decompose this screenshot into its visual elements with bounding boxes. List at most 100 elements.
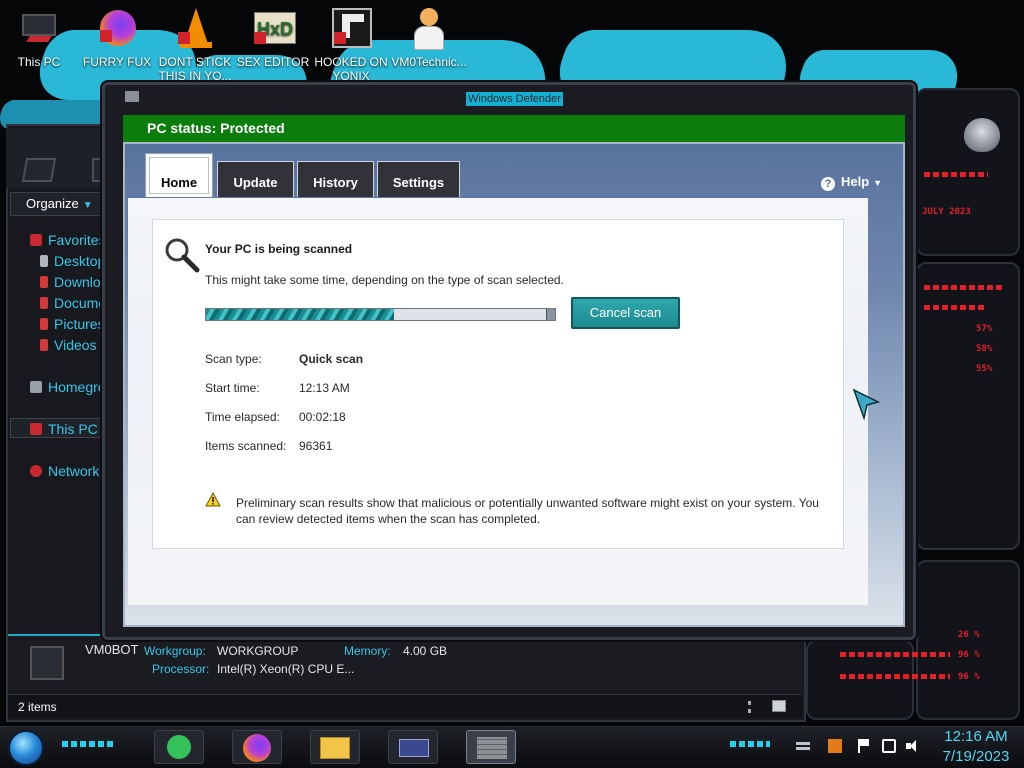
pc-status-bar: PC status: Protected <box>123 115 905 142</box>
tab-update[interactable]: Update <box>217 161 294 197</box>
taskbar-control-panel[interactable] <box>388 730 438 764</box>
cancel-scan-button[interactable]: Cancel scan <box>571 297 680 329</box>
nav-item-desktop[interactable]: Desktop <box>40 253 105 269</box>
desktop-icon-sex-editor[interactable]: HxD SEX EDITOR <box>234 6 312 69</box>
nav-item-favorites[interactable]: Favorites <box>30 232 106 248</box>
nav-item-network[interactable]: Network <box>30 463 99 479</box>
desktop-icon-label: DONT STICK THIS IN YO... <box>158 55 232 83</box>
star-icon <box>30 234 42 246</box>
scan-panel: Your PC is being scanned This might take… <box>152 219 844 549</box>
scan-title: Your PC is being scanned <box>205 242 353 256</box>
scan-type-label: Scan type: <box>205 352 262 366</box>
clock-date: 7/19/2023 <box>942 748 1010 765</box>
start-button[interactable] <box>8 730 44 766</box>
desktop-icon-this-pc[interactable]: This PC <box>0 6 78 69</box>
pictures-icon <box>40 318 48 330</box>
desktop-icon-dont-stick[interactable]: DONT STICK THIS IN YO... <box>156 6 234 83</box>
organize-button[interactable]: Organize ▼ <box>10 192 106 216</box>
taskbar-clock[interactable]: 12:16 AM 7/19/2023 <box>934 727 1018 767</box>
tab-label: Home <box>160 175 198 190</box>
title-bar[interactable]: Windows Defender <box>105 85 913 113</box>
videos-icon <box>40 339 48 351</box>
taskbar-notes-app[interactable] <box>154 730 204 764</box>
tab-home[interactable]: Home <box>145 153 213 197</box>
desktop-icon-label: This PC <box>17 55 61 69</box>
firewall-icon <box>477 737 507 759</box>
documents-icon <box>40 297 48 309</box>
mouse-cursor-icon <box>852 388 880 420</box>
scan-progress-end <box>546 309 555 320</box>
panel-stat-3: 55% <box>976 364 993 374</box>
taskbar-firefox[interactable] <box>232 730 282 764</box>
taskbar: 12:16 AM 7/19/2023 <box>0 726 1024 768</box>
notes-app-icon <box>167 735 191 759</box>
preliminary-results-warning: Preliminary scan results show that malic… <box>236 496 819 526</box>
tab-label: Settings <box>392 175 445 190</box>
computer-name: VM0BOT <box>85 642 139 657</box>
action-center-flag-icon[interactable] <box>857 739 871 753</box>
volume-icon[interactable] <box>906 739 920 753</box>
tab-history[interactable]: History <box>297 161 374 197</box>
panel-stat-4: 26 % <box>958 630 980 640</box>
panel-bar <box>924 172 988 177</box>
taskbar-decoration <box>62 741 116 747</box>
taskbar-firewall[interactable] <box>466 730 516 764</box>
show-hidden-icons-icon[interactable] <box>796 739 810 753</box>
nav-item-label: This PC <box>48 421 98 437</box>
help-button[interactable]: ? Help ▼ <box>821 174 882 191</box>
tab-label: History <box>313 175 358 190</box>
explorer-details-pane: VM0BOT Workgroup: WORKGROUP Memory: 4.00… <box>8 634 802 690</box>
clock-time: 12:16 AM <box>944 728 1008 745</box>
scan-progress-fill <box>206 309 395 320</box>
desktop-icon-vm0technic[interactable]: VM0Technic... <box>390 6 468 69</box>
defender-app-icon <box>125 91 139 102</box>
panel-bar <box>924 285 1004 290</box>
search-icon <box>165 238 200 273</box>
tab-settings[interactable]: Settings <box>377 161 460 197</box>
scan-type-value: Quick scan <box>299 352 364 366</box>
nav-item-label: Network <box>48 463 100 479</box>
monitor-icon <box>16 6 62 52</box>
item-count: 2 items <box>18 700 57 714</box>
nav-item-pictures[interactable]: Pictures <box>40 316 105 332</box>
large-icons-view-icon[interactable] <box>772 700 786 712</box>
panel-date-text: JULY 2023 <box>922 207 971 217</box>
desktop-icon <box>40 255 48 267</box>
java-update-icon[interactable] <box>828 739 842 753</box>
desktop-icon-label: SEX EDITOR <box>236 55 310 69</box>
details-view-icon[interactable] <box>748 701 758 713</box>
desktop-icon-hooked-on-yonix[interactable]: HOOKED ON YONIX <box>312 6 390 83</box>
network-status-icon[interactable] <box>882 739 896 753</box>
nav-item-label: Favorites <box>48 232 106 248</box>
app-icon <box>328 6 374 52</box>
window-title: Windows Defender <box>466 92 563 106</box>
nav-item-label: Videos <box>54 337 97 353</box>
items-scanned-value: 96361 <box>299 439 333 453</box>
desktop-icon-label: FURRY FUX <box>82 55 152 69</box>
network-icon <box>30 465 42 477</box>
warning-icon <box>205 492 221 507</box>
desktop-icon-label: VM0Technic... <box>391 55 467 69</box>
scan-subtitle: This might take some time, depending on … <box>205 273 564 287</box>
hxd-editor-icon: HxD <box>250 6 296 52</box>
desktop-icon-furry-fux[interactable]: FURRY FUX <box>78 6 156 69</box>
nav-item-videos[interactable]: Videos <box>40 337 97 353</box>
home-tab-content: Your PC is being scanned This might take… <box>128 198 868 605</box>
firefox-icon <box>243 734 271 762</box>
processor-value: Intel(R) Xeon(R) CPU E... <box>217 662 355 676</box>
taskbar-file-explorer[interactable] <box>310 730 360 764</box>
nav-item-this-pc[interactable]: This PC <box>30 421 98 437</box>
computer-icon <box>30 423 42 435</box>
alien-logo <box>964 118 1000 152</box>
vlc-cone-icon <box>172 6 218 52</box>
download-icon <box>40 276 48 288</box>
items-scanned-label: Items scanned: <box>205 439 287 453</box>
explorer-status-bar: 2 items <box>8 694 802 718</box>
back-button[interactable] <box>21 158 57 182</box>
workgroup-value: WORKGROUP <box>217 644 299 658</box>
homegroup-icon <box>30 381 42 393</box>
taskbar-decoration <box>730 741 770 747</box>
nav-item-label: Desktop <box>54 253 106 269</box>
chevron-down-icon: ▼ <box>873 178 883 188</box>
panel-stat-6: 96 % <box>958 672 980 682</box>
